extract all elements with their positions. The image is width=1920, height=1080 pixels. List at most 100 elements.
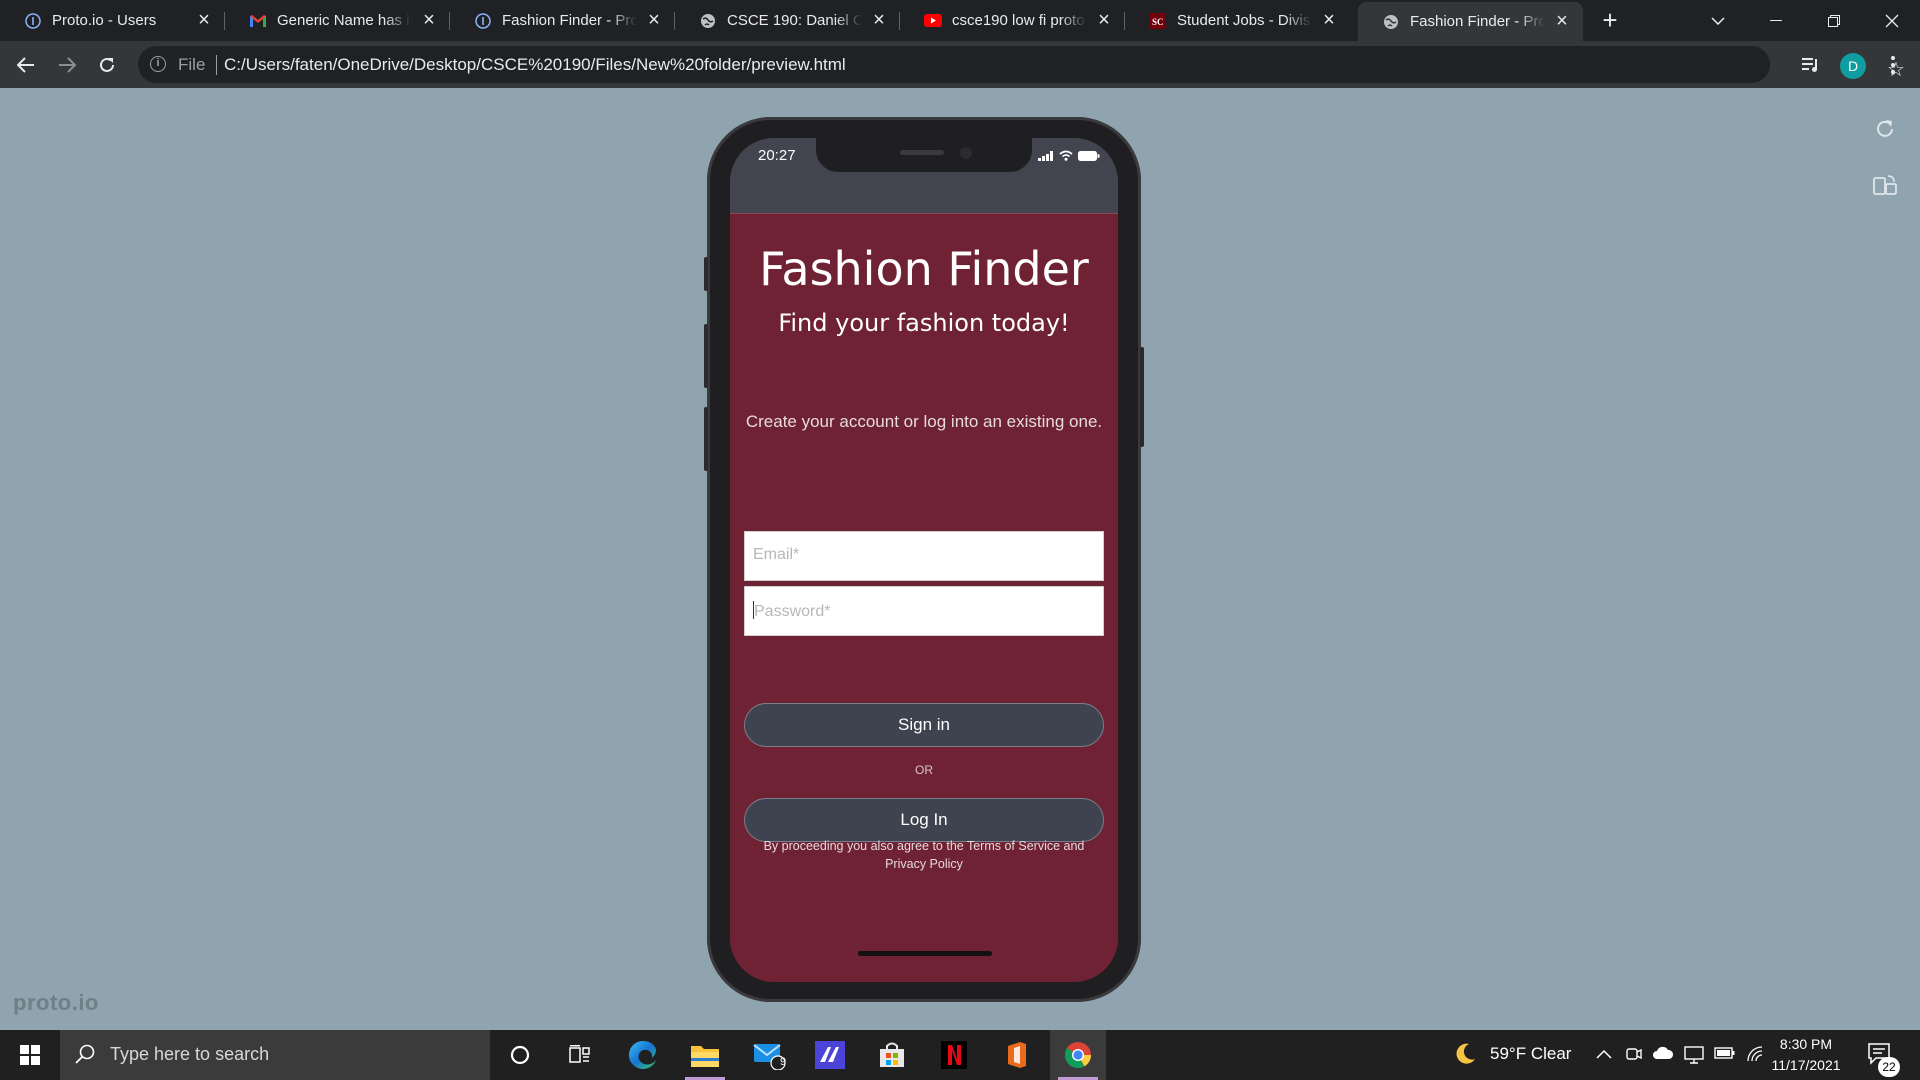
netflix-button[interactable] xyxy=(926,1030,982,1080)
status-icons xyxy=(1038,150,1100,161)
usc-icon: SC xyxy=(1149,12,1167,30)
terms-text: By proceeding you also agree to the Term… xyxy=(763,839,1085,871)
new-tab-button[interactable]: + xyxy=(1597,7,1623,34)
arrow-right-icon xyxy=(59,57,76,73)
cortana-button[interactable] xyxy=(492,1030,548,1080)
phone-volume-down xyxy=(704,407,708,471)
tab-youtube[interactable]: csce190 low fi proto go × xyxy=(900,0,1125,41)
tab-search-button[interactable] xyxy=(1690,0,1746,41)
chevron-up-icon[interactable] xyxy=(1596,1046,1612,1063)
reading-list-icon xyxy=(1802,58,1817,72)
moon-icon xyxy=(1456,1043,1475,1064)
tab-gmail[interactable]: Generic Name has invited you × xyxy=(225,0,450,41)
tab-title: Fashion Finder - Proto.io xyxy=(1410,13,1545,30)
close-icon[interactable]: × xyxy=(1320,9,1338,31)
system-clock[interactable]: 8:30 PM 11/17/2021 xyxy=(1770,1034,1842,1076)
display-icon[interactable] xyxy=(1684,1046,1704,1068)
reading-list-button[interactable] xyxy=(1795,49,1827,81)
scheme-label: File xyxy=(178,55,206,74)
search-icon xyxy=(75,1044,95,1064)
password-field[interactable]: Password* xyxy=(744,586,1104,636)
tab-fashion-finder-1[interactable]: Fashion Finder - Proto.io × xyxy=(450,0,675,41)
close-icon[interactable]: × xyxy=(870,9,888,31)
close-icon[interactable]: × xyxy=(420,9,438,31)
close-icon[interactable]: × xyxy=(645,9,663,31)
password-placeholder: Password* xyxy=(754,603,831,620)
speaker-grille xyxy=(900,150,944,155)
tab-title: Student Jobs - Division xyxy=(1177,12,1312,29)
tab-title: Generic Name has invited you xyxy=(277,12,412,29)
reload-button[interactable] xyxy=(91,49,123,81)
task-view-button[interactable] xyxy=(552,1030,608,1080)
close-icon[interactable]: × xyxy=(1553,10,1571,32)
start-button[interactable] xyxy=(0,1030,60,1080)
edge-button[interactable] xyxy=(615,1030,671,1080)
tab-fashion-finder-active[interactable]: Fashion Finder - Proto.io × xyxy=(1358,2,1583,41)
forward-button[interactable] xyxy=(51,49,83,81)
info-icon[interactable]: i xyxy=(150,56,166,72)
microsoft-store-button[interactable] xyxy=(864,1030,920,1080)
profile-avatar[interactable]: D xyxy=(1840,53,1866,79)
email-placeholder: Email* xyxy=(753,546,800,563)
search-placeholder: Type here to search xyxy=(110,1044,270,1064)
netflix-icon xyxy=(941,1041,967,1069)
tab-title: csce190 low fi proto go xyxy=(952,12,1087,29)
status-bar: 20:27 xyxy=(730,138,1118,214)
email-field[interactable]: Email* xyxy=(744,531,1104,581)
close-window-button[interactable] xyxy=(1864,0,1920,41)
chrome-icon xyxy=(1064,1042,1092,1069)
tab-csce190[interactable]: CSCE 190: Daniel Chang × xyxy=(675,0,900,41)
battery-icon[interactable] xyxy=(1714,1046,1736,1064)
app-subtitle: Find your fashion today! xyxy=(778,309,1070,337)
close-icon[interactable]: × xyxy=(1095,9,1113,31)
or-divider: OR xyxy=(915,763,933,777)
tab-strip: Proto.io - Users × Generic Name has invi… xyxy=(0,0,1920,41)
back-button[interactable] xyxy=(10,49,42,81)
store-icon xyxy=(880,1042,904,1067)
chrome-button[interactable] xyxy=(1050,1030,1106,1080)
youtube-icon xyxy=(924,12,942,30)
menu-button[interactable] xyxy=(1877,49,1909,81)
minimize-button[interactable] xyxy=(1748,0,1804,41)
log-in-button[interactable]: Log In xyxy=(744,798,1104,842)
tab-student-jobs[interactable]: SC Student Jobs - Division × xyxy=(1125,0,1350,41)
weather-text[interactable]: 59°F Clear xyxy=(1490,1044,1571,1064)
protoio-logo: proto.io xyxy=(13,990,99,1015)
refresh-preview-icon[interactable] xyxy=(1874,118,1896,145)
windows-logo-icon xyxy=(20,1045,40,1065)
meet-now-icon[interactable] xyxy=(1626,1046,1642,1068)
restore-button[interactable] xyxy=(1806,0,1862,41)
phone-notch xyxy=(816,138,1032,172)
wifi-icon[interactable] xyxy=(1747,1046,1765,1066)
office-icon xyxy=(1008,1042,1026,1068)
kebab-menu-icon xyxy=(1891,56,1895,74)
address-bar[interactable]: i File C:/Users/faten/OneDrive/Desktop/C… xyxy=(138,46,1905,83)
protoio-icon xyxy=(474,12,492,30)
visual-studio-icon xyxy=(815,1041,845,1069)
globe-icon xyxy=(1382,13,1400,31)
mail-button[interactable]: 9 xyxy=(741,1030,797,1080)
onedrive-icon[interactable] xyxy=(1652,1046,1674,1064)
chevron-down-icon xyxy=(1711,16,1725,25)
visual-studio-button[interactable] xyxy=(802,1030,858,1080)
sign-in-button[interactable]: Sign in xyxy=(744,703,1104,747)
rotate-device-icon[interactable] xyxy=(1873,174,1897,201)
app-title: Fashion Finder xyxy=(759,242,1089,296)
office-button[interactable] xyxy=(988,1030,1044,1080)
phone-frame: 20:27 Fashion Finder Find your fashion t… xyxy=(704,117,1144,1002)
status-time: 20:27 xyxy=(758,147,796,164)
clock-time: 8:30 PM xyxy=(1779,1036,1833,1052)
taskbar-search[interactable]: Type here to search xyxy=(60,1030,490,1080)
gmail-icon xyxy=(249,12,267,30)
url-text[interactable]: C:/Users/faten/OneDrive/Desktop/CSCE%201… xyxy=(224,55,846,75)
folder-icon xyxy=(691,1046,719,1067)
globe-icon xyxy=(699,12,717,30)
file-explorer-button[interactable] xyxy=(677,1030,733,1080)
close-icon[interactable]: × xyxy=(195,9,213,31)
protoio-icon xyxy=(24,12,42,30)
edge-icon xyxy=(628,1040,656,1069)
tab-protoio-users[interactable]: Proto.io - Users × xyxy=(0,0,225,41)
windows-taskbar: Type here to search 9 59°F Clear 8:30 PM… xyxy=(0,1030,1920,1080)
app-description: Create your account or log into an exist… xyxy=(745,412,1103,431)
home-indicator[interactable] xyxy=(858,951,992,956)
